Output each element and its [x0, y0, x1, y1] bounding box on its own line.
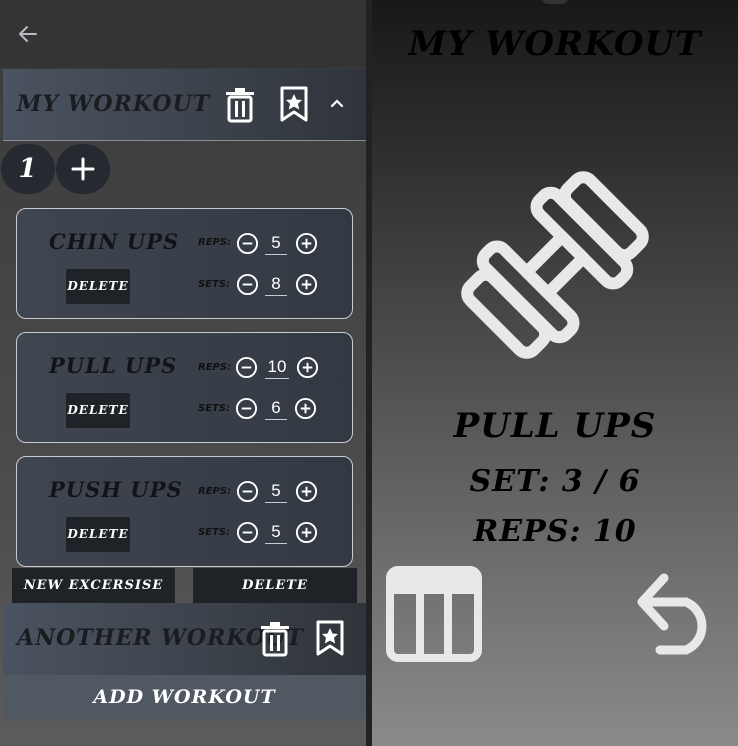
reps-value[interactable]: 5: [265, 233, 287, 255]
top-app-bar: [0, 0, 366, 68]
minus-circle-icon[interactable]: [236, 273, 259, 296]
plus-circle-icon[interactable]: [296, 356, 319, 379]
camera-notch: [542, 0, 568, 4]
add-workout-button[interactable]: ADD WORKOUT: [3, 675, 366, 719]
sets-value[interactable]: 6: [265, 398, 287, 420]
exercise-name: PULL UPS: [49, 353, 178, 378]
workout-header-another-workout[interactable]: ANOTHER WORKOUT: [3, 603, 366, 675]
new-exercise-button[interactable]: NEW EXCERSISE: [12, 568, 175, 603]
add-set-button[interactable]: [56, 144, 110, 194]
delete-exercise-button[interactable]: DELETE: [66, 269, 130, 304]
reps-label: REPS:: [198, 486, 232, 497]
minus-circle-icon[interactable]: [236, 480, 259, 503]
trash-icon[interactable]: [223, 87, 257, 123]
reps-text: REPS: 10: [473, 514, 637, 549]
exercise-card-pull-ups: PULL UPS DELETE REPS: 10 SETS: 6: [16, 332, 353, 443]
delete-exercise-button[interactable]: DELETE: [66, 393, 130, 428]
reps-label: REPS:: [198, 362, 232, 373]
exercise-card-push-ups: PUSH UPS DELETE REPS: 5 SETS: 5: [16, 456, 353, 567]
plus-circle-icon[interactable]: [295, 232, 318, 255]
current-exercise-name: PULL UPS: [453, 406, 657, 446]
plus-circle-icon[interactable]: [294, 397, 317, 420]
delete-exercise-button[interactable]: DELETE: [66, 517, 130, 552]
set-count-display: 1: [1, 144, 55, 194]
dumbbell-icon: [461, 171, 649, 359]
table-icon[interactable]: [386, 566, 482, 662]
minus-circle-icon[interactable]: [236, 521, 259, 544]
exercise-name: PUSH UPS: [49, 477, 183, 502]
sets-value[interactable]: 5: [265, 522, 287, 544]
undo-icon[interactable]: [634, 572, 720, 656]
delete-workout-button[interactable]: DELETE: [193, 568, 357, 603]
chevron-up-icon[interactable]: [329, 95, 345, 111]
reps-value[interactable]: 5: [265, 481, 287, 503]
sets-label: SETS:: [198, 279, 231, 290]
bookmark-star-icon[interactable]: [277, 86, 311, 122]
plus-circle-icon[interactable]: [295, 480, 318, 503]
arrow-left-icon[interactable]: [16, 22, 40, 46]
set-counter-row: 1: [0, 144, 366, 194]
reps-label: REPS:: [198, 237, 232, 248]
bookmark-star-icon[interactable]: [313, 620, 347, 656]
workout-title: MY WORKOUT: [17, 91, 211, 117]
minus-circle-icon[interactable]: [235, 397, 258, 420]
sets-label: SETS:: [198, 403, 231, 414]
plus-icon: [71, 157, 95, 181]
workout-header-my-workout[interactable]: MY WORKOUT: [3, 69, 366, 141]
player-title: MY WORKOUT: [408, 24, 702, 64]
minus-circle-icon[interactable]: [236, 232, 259, 255]
exercise-name: CHIN UPS: [49, 229, 180, 254]
plus-circle-icon[interactable]: [295, 273, 318, 296]
exercise-card-chin-ups: CHIN UPS DELETE REPS: 5 SETS: 8: [16, 208, 353, 319]
sets-label: SETS:: [198, 527, 231, 538]
minus-circle-icon[interactable]: [235, 356, 258, 379]
set-count-value: 1: [18, 154, 38, 184]
sets-value[interactable]: 8: [265, 274, 287, 296]
trash-icon[interactable]: [258, 621, 292, 657]
workout-player-panel: MY WORKOUT PULL UPS SET: 3 / 6 REPS: 10: [372, 0, 738, 746]
reps-value[interactable]: 10: [265, 357, 289, 379]
set-progress-text: SET: 3 / 6: [469, 464, 641, 499]
plus-circle-icon[interactable]: [295, 521, 318, 544]
workout-list-panel: MY WORKOUT 1 CHIN UPS DELETE REPS: 5 SET…: [0, 0, 366, 746]
